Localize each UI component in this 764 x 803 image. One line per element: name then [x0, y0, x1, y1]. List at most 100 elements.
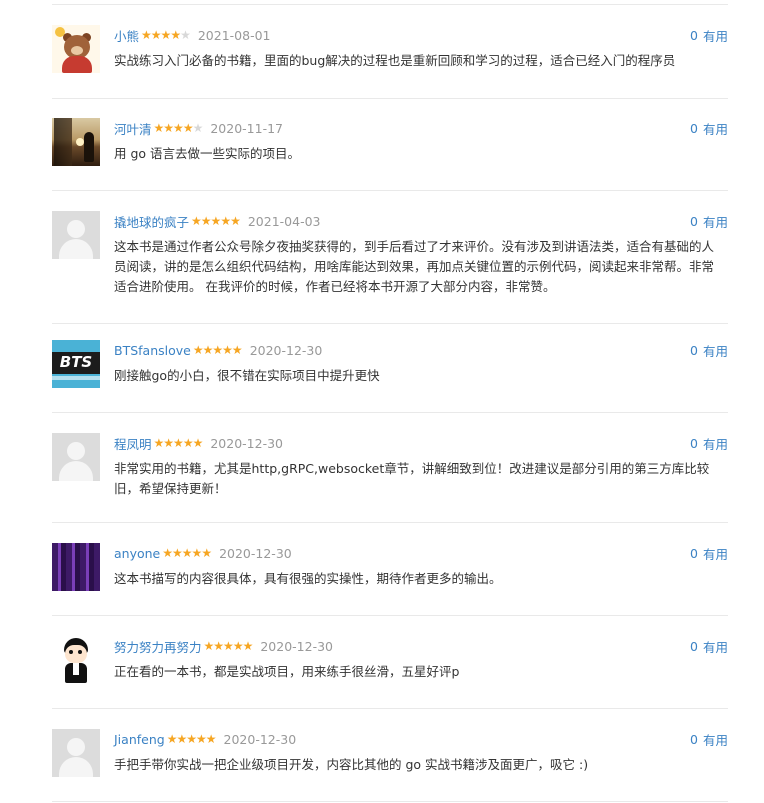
useful-count: 0	[690, 638, 698, 654]
useful-button[interactable]: 0 有用	[690, 340, 728, 360]
star-filled-icon: ★	[182, 436, 194, 450]
star-filled-icon: ★	[153, 121, 165, 135]
bts-avatar[interactable]: BTS	[52, 340, 100, 388]
star-empty-icon: ★	[180, 28, 191, 42]
useful-label: 有用	[702, 121, 728, 137]
cartoon-avatar[interactable]	[52, 636, 100, 684]
star-filled-icon: ★	[231, 343, 243, 357]
star-rating: ★ ★ ★ ★ ★	[192, 343, 243, 357]
review-content: 非常实用的书籍，尤其是http,gRPC,websocket章节，讲解细致到位！…	[114, 461, 710, 496]
reviewer-name[interactable]: BTSfanslove	[114, 343, 191, 358]
review-item: 小熊 ★ ★ ★ ★ ★ 2021-08-01 0 有用 实战练习入门必备的书籍，里面的…	[52, 4, 728, 99]
useful-label: 有用	[702, 732, 728, 748]
star-filled-icon: ★	[205, 732, 217, 746]
useful-button[interactable]: 0 有用	[690, 729, 728, 749]
star-filled-icon: ★	[176, 732, 187, 746]
star-filled-icon: ★	[166, 732, 178, 746]
review-meta: 程凤明 ★ ★ ★ ★ ★ 2020-12-30	[114, 433, 283, 453]
useful-label: 有用	[702, 28, 728, 44]
star-filled-icon: ★	[186, 732, 197, 746]
star-rating: ★ ★ ★ ★ ★	[166, 732, 217, 746]
star-filled-icon: ★	[192, 436, 204, 450]
useful-button[interactable]: 0 有用	[690, 433, 728, 453]
star-filled-icon: ★	[173, 121, 184, 135]
star-filled-icon: ★	[163, 436, 174, 450]
default-avatar[interactable]	[52, 729, 100, 777]
useful-button[interactable]: 0 有用	[690, 543, 728, 563]
reviewer-name[interactable]: Jianfeng	[114, 732, 165, 747]
default-avatar[interactable]	[52, 211, 100, 259]
star-filled-icon: ★	[191, 546, 203, 560]
star-filled-icon: ★	[242, 639, 254, 653]
bear-avatar[interactable]	[52, 25, 100, 73]
review-meta: 撬地球的疯子 ★ ★ ★ ★ ★ 2021-04-03	[114, 211, 321, 231]
star-filled-icon: ★	[150, 28, 162, 42]
star-filled-icon: ★	[173, 436, 184, 450]
review-item: 程凤明 ★ ★ ★ ★ ★ 2020-12-30 0 有用 非常实用的书籍，尤其是htt…	[52, 413, 728, 523]
useful-button[interactable]: 0 有用	[690, 211, 728, 231]
useful-count: 0	[690, 731, 698, 747]
review-date: 2021-04-03	[247, 213, 321, 229]
useful-label: 有用	[702, 436, 728, 452]
useful-button[interactable]: 0 有用	[690, 25, 728, 45]
review-meta: 小熊 ★ ★ ★ ★ ★ 2021-08-01	[114, 25, 271, 45]
reviewer-name[interactable]: 小熊	[114, 26, 139, 45]
review-item: anyone ★ ★ ★ ★ ★ 2020-12-30 0 有用 这本书描写的内容很具体…	[52, 523, 728, 616]
reviewer-name[interactable]: anyone	[114, 546, 160, 561]
review-content: 这本书是通过作者公众号除夕夜抽奖获得的，到手后看过了才来评价。没有涉及到讲语法类…	[114, 239, 715, 294]
review-date: 2020-12-30	[260, 638, 333, 654]
star-filled-icon: ★	[153, 436, 165, 450]
star-filled-icon: ★	[223, 639, 234, 653]
lake-photo-avatar[interactable]	[52, 118, 100, 166]
star-filled-icon: ★	[196, 732, 207, 746]
reviewer-name[interactable]: 程凤明	[114, 434, 152, 453]
star-filled-icon: ★	[191, 214, 202, 228]
useful-count: 0	[690, 120, 698, 136]
star-filled-icon: ★	[192, 343, 204, 357]
review-meta: 河叶清 ★ ★ ★ ★ ★ 2020-11-17	[114, 118, 283, 138]
review-content: 这本书描写的内容很具体，具有很强的实操性，期待作者更多的输出。	[114, 571, 502, 586]
star-filled-icon: ★	[141, 28, 152, 42]
star-filled-icon: ★	[201, 546, 212, 560]
review-content: 正在看的一本书，都是实战项目，用来练手很丝滑，五星好评p	[114, 664, 460, 679]
review-date: 2020-12-30	[210, 435, 283, 451]
star-rating: ★ ★ ★ ★ ★	[153, 121, 204, 135]
review-date: 2021-08-01	[197, 27, 271, 43]
star-filled-icon: ★	[200, 214, 212, 228]
review-item: 河叶清 ★ ★ ★ ★ ★ 2020-11-17 0 有用 用 go 语言去做一些实际的…	[52, 98, 728, 191]
purple-avatar[interactable]	[52, 543, 100, 591]
review-item: 撬地球的疯子 ★ ★ ★ ★ ★ 2021-04-03 0 有用 这本书是通过作者公众号…	[52, 191, 728, 324]
reviewer-name[interactable]: 河叶清	[114, 119, 152, 138]
useful-label: 有用	[702, 546, 728, 562]
useful-count: 0	[690, 435, 698, 451]
useful-button[interactable]: 0 有用	[690, 636, 728, 656]
review-list: 小熊 ★ ★ ★ ★ ★ 2021-08-01 0 有用 实战练习入门必备的书籍，里面的…	[0, 0, 764, 803]
review-content: 刚接触go的小白，很不错在实际项目中提升更快	[114, 368, 380, 383]
star-filled-icon: ★	[220, 214, 231, 228]
star-filled-icon: ★	[210, 214, 222, 228]
star-filled-icon: ★	[203, 639, 215, 653]
review-meta: 努力努力再努力 ★ ★ ★ ★ ★ 2020-12-30	[114, 636, 333, 656]
review-date: 2020-11-17	[210, 120, 283, 136]
review-meta: Jianfeng ★ ★ ★ ★ ★ 2020-12-30	[114, 729, 296, 749]
review-date: 2020-12-30	[219, 545, 292, 561]
reviewer-name[interactable]: 撬地球的疯子	[114, 212, 189, 231]
review-meta: anyone ★ ★ ★ ★ ★ 2020-12-30	[114, 543, 292, 563]
useful-label: 有用	[702, 214, 728, 230]
useful-count: 0	[690, 213, 698, 229]
star-filled-icon: ★	[170, 28, 181, 42]
star-filled-icon: ★	[162, 546, 173, 560]
star-filled-icon: ★	[182, 121, 194, 135]
useful-label: 有用	[702, 343, 728, 359]
useful-button[interactable]: 0 有用	[690, 118, 728, 138]
star-empty-icon: ★	[192, 121, 204, 135]
useful-count: 0	[690, 545, 698, 561]
reviewer-name[interactable]: 努力努力再努力	[114, 637, 202, 656]
review-item: Jianfeng ★ ★ ★ ★ ★ 2020-12-30 0 有用 手把手带你实战一把…	[52, 709, 728, 802]
review-content: 实战练习入门必备的书籍，里面的bug解决的过程也是重新回顾和学习的过程，适合已经…	[114, 53, 676, 68]
default-avatar[interactable]	[52, 433, 100, 481]
star-filled-icon: ★	[230, 214, 241, 228]
star-filled-icon: ★	[222, 343, 233, 357]
star-filled-icon: ★	[213, 639, 224, 653]
star-filled-icon: ★	[202, 343, 214, 357]
